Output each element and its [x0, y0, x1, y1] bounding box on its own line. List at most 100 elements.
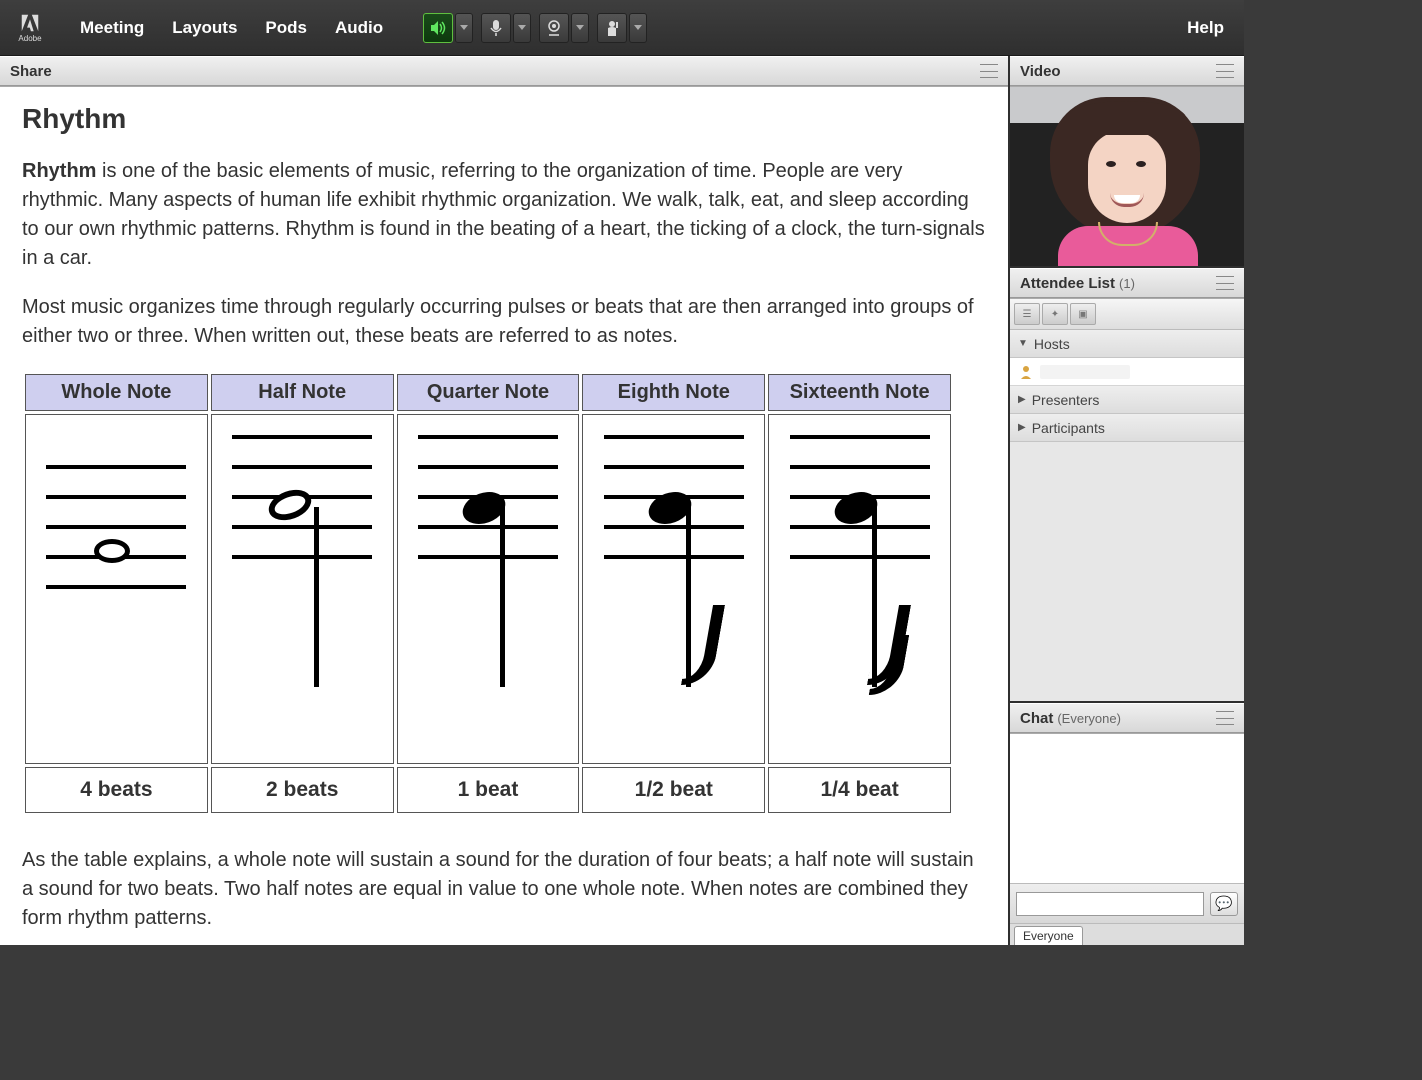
video-pod-menu[interactable] — [1216, 64, 1234, 78]
attendee-tools: ☰ ✦ ▣ — [1010, 299, 1244, 330]
presenters-section[interactable]: ▶ Presenters — [1010, 386, 1244, 414]
th-half: Half Note — [211, 374, 394, 411]
presenters-label: Presenters — [1032, 392, 1100, 408]
video-body — [1010, 86, 1244, 266]
notes-table: Whole Note Half Note Quarter Note Eighth… — [22, 371, 954, 816]
menu-help[interactable]: Help — [1187, 18, 1224, 38]
collapse-icon: ▶ — [1018, 422, 1026, 433]
sixteenth-note-cell — [768, 414, 951, 764]
chat-input[interactable] — [1016, 892, 1204, 916]
speaker-icon — [429, 19, 447, 37]
hosts-label: Hosts — [1034, 336, 1070, 352]
menu-items: Meeting Layouts Pods Audio — [80, 18, 383, 38]
chat-tabs: Everyone — [1010, 923, 1244, 945]
collapse-icon: ▶ — [1018, 394, 1026, 405]
share-title: Share — [10, 63, 52, 80]
chevron-down-icon — [460, 25, 468, 30]
th-whole: Whole Note — [25, 374, 208, 411]
raise-hand-button[interactable] — [597, 13, 627, 43]
raise-hand-dropdown[interactable] — [629, 13, 647, 43]
doc-p2: Most music organizes time through regula… — [22, 293, 986, 351]
hosts-section[interactable]: ▼ Hosts — [1010, 330, 1244, 358]
chat-title: Chat — [1020, 710, 1053, 727]
attendee-empty — [1010, 442, 1244, 701]
toolbar-buttons — [423, 13, 647, 43]
half-note-icon — [232, 435, 372, 559]
adobe-logo: Adobe — [10, 12, 50, 43]
whole-note-cell — [25, 414, 208, 764]
share-pod: Share Rhythm Rhythm is one of the basic … — [0, 56, 1010, 945]
attendee-pod-menu[interactable] — [1216, 276, 1234, 290]
speaker-button[interactable] — [423, 13, 453, 43]
beats-quarter: 1 beat — [397, 767, 580, 813]
video-header: Video — [1010, 56, 1244, 86]
attendee-pod: Attendee List (1) ☰ ✦ ▣ ▼ Hosts — [1010, 266, 1244, 701]
beats-sixteenth: 1/4 beat — [768, 767, 951, 813]
beats-whole: 4 beats — [25, 767, 208, 813]
chevron-down-icon — [576, 25, 584, 30]
beats-half: 2 beats — [211, 767, 394, 813]
menu-pods[interactable]: Pods — [265, 18, 307, 38]
video-pod: Video — [1010, 56, 1244, 266]
webcam-icon — [545, 19, 563, 37]
doc-p1: Rhythm is one of the basic elements of m… — [22, 157, 986, 273]
table-beats-row: 4 beats 2 beats 1 beat 1/2 beat 1/4 beat — [25, 767, 951, 813]
beats-eighth: 1/2 beat — [582, 767, 765, 813]
th-eighth: Eighth Note — [582, 374, 765, 411]
participants-section[interactable]: ▶ Participants — [1010, 414, 1244, 442]
chat-input-row: 💬 — [1010, 883, 1244, 923]
participants-label: Participants — [1032, 420, 1105, 436]
table-header-row: Whole Note Half Note Quarter Note Eighth… — [25, 374, 951, 411]
quarter-note-cell — [397, 414, 580, 764]
adobe-logo-icon — [19, 12, 41, 34]
attendee-breakout-button[interactable]: ✦ — [1042, 303, 1068, 325]
attendee-status-button[interactable]: ▣ — [1070, 303, 1096, 325]
chat-scope: (Everyone) — [1057, 711, 1121, 726]
chevron-down-icon — [518, 25, 526, 30]
attendee-title: Attendee List — [1020, 275, 1115, 292]
th-sixteenth: Sixteenth Note — [768, 374, 951, 411]
speaker-dropdown[interactable] — [455, 13, 473, 43]
attendee-header: Attendee List (1) — [1010, 268, 1244, 298]
attendee-body: ☰ ✦ ▣ ▼ Hosts ▶ Presenters ▶ — [1010, 298, 1244, 442]
mic-dropdown[interactable] — [513, 13, 531, 43]
mic-icon — [488, 19, 504, 37]
host-entry[interactable] — [1010, 358, 1244, 386]
menu-layouts[interactable]: Layouts — [172, 18, 237, 38]
chevron-down-icon — [634, 25, 642, 30]
chat-pod: Chat (Everyone) 💬 Everyone — [1010, 701, 1244, 945]
speech-bubble-icon: 💬 — [1215, 895, 1232, 912]
whole-note-icon — [46, 465, 186, 589]
webcam-button[interactable] — [539, 13, 569, 43]
half-note-cell — [211, 414, 394, 764]
doc-p3: As the table explains, a whole note will… — [22, 846, 986, 933]
chat-send-button[interactable]: 💬 — [1210, 892, 1238, 916]
chat-tab-everyone[interactable]: Everyone — [1014, 926, 1083, 945]
main-area: Share Rhythm Rhythm is one of the basic … — [0, 56, 1244, 945]
mic-button[interactable] — [481, 13, 511, 43]
doc-title: Rhythm — [22, 103, 986, 135]
host-user-icon — [1018, 364, 1034, 380]
share-content: Rhythm Rhythm is one of the basic elemen… — [0, 86, 1008, 945]
table-image-row — [25, 414, 951, 764]
share-pod-menu[interactable] — [980, 64, 998, 78]
attendee-view-button[interactable]: ☰ — [1014, 303, 1040, 325]
menu-audio[interactable]: Audio — [335, 18, 383, 38]
webcam-dropdown[interactable] — [571, 13, 589, 43]
quarter-note-icon — [418, 435, 558, 559]
chat-messages — [1010, 733, 1244, 883]
menu-meeting[interactable]: Meeting — [80, 18, 144, 38]
share-header: Share — [0, 56, 1008, 86]
chat-header: Chat (Everyone) — [1010, 703, 1244, 733]
video-title: Video — [1020, 63, 1061, 80]
menubar: Adobe Meeting Layouts Pods Audio — [0, 0, 1244, 56]
eighth-note-icon — [604, 435, 744, 559]
th-quarter: Quarter Note — [397, 374, 580, 411]
right-column: Video Attendee List (1) ☰ — [1010, 56, 1244, 945]
attendee-count: (1) — [1119, 276, 1135, 291]
adobe-label: Adobe — [18, 34, 41, 43]
chat-pod-menu[interactable] — [1216, 711, 1234, 725]
host-name-redacted — [1040, 365, 1130, 379]
eighth-note-cell — [582, 414, 765, 764]
sixteenth-note-icon — [790, 435, 930, 559]
